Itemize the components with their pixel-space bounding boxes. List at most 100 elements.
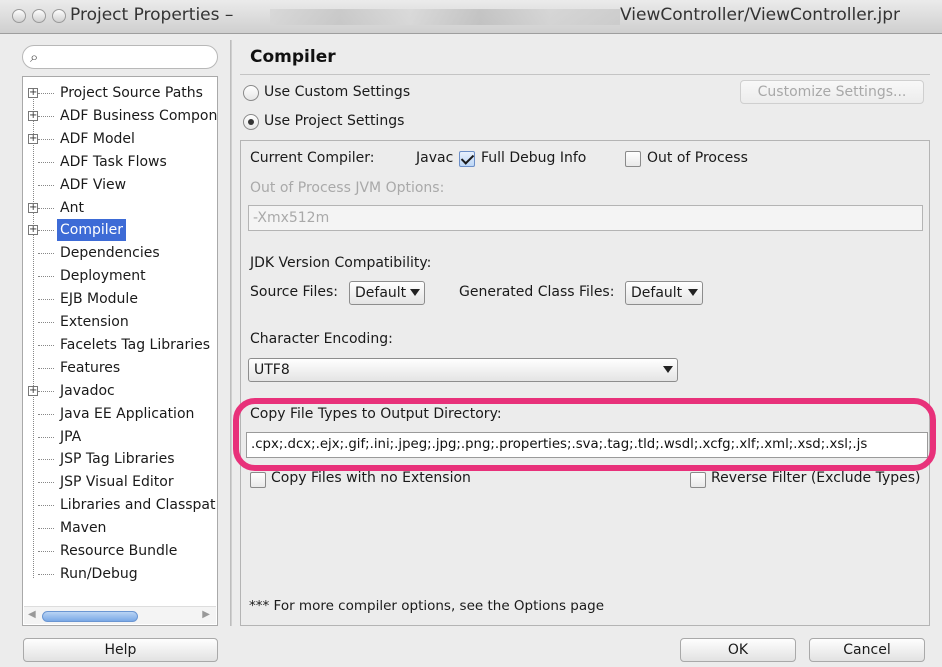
current-compiler-label: Current Compiler: [250, 150, 375, 166]
tree-connector [38, 459, 54, 461]
tree-connector [38, 161, 54, 163]
tree-item-label: ADF Model [60, 130, 135, 147]
tree-item-label: Maven [60, 520, 107, 537]
tree-item-label: Project Source Paths [60, 85, 203, 101]
split-divider[interactable] [230, 40, 232, 626]
use-custom-settings-label: Use Custom Settings [264, 84, 411, 100]
tree-connector [38, 505, 54, 507]
tree-connector [38, 482, 54, 484]
tree-item-label: Compiler [57, 219, 127, 242]
tree-item-label: Deployment [60, 268, 146, 285]
generated-files-select[interactable]: Default [625, 281, 703, 305]
chevron-down-icon [410, 289, 420, 296]
expand-icon[interactable]: + [28, 385, 38, 396]
tree-item-label: Ant [60, 199, 84, 216]
oop-jvm-options-label: Out of Process JVM Options: [250, 180, 445, 196]
search-icon: ⌕ [30, 48, 39, 66]
tree-connector [38, 573, 54, 575]
tree-item-label: Run/Debug [60, 565, 138, 582]
tree-item-label: Libraries and Classpat [60, 497, 216, 514]
generated-files-label: Generated Class Files: [459, 284, 615, 300]
out-of-process-checkbox[interactable] [625, 151, 641, 167]
title-divider [240, 74, 930, 75]
tree-item-label: ADF Task Flows [60, 153, 167, 170]
more-options-note: *** For more compiler options, see the O… [249, 598, 605, 614]
tree-connector [38, 299, 54, 301]
tree-connector [38, 276, 54, 278]
tree-item-label: ADF Business Compon [60, 107, 218, 124]
tree-item-label: Javadoc [60, 382, 115, 399]
tree-item-label: Extension [60, 314, 129, 330]
help-button[interactable]: Help [23, 638, 218, 662]
source-files-label: Source Files: [250, 284, 338, 300]
full-debug-checkbox[interactable] [459, 151, 475, 167]
horizontal-scrollbar[interactable]: ◀ ▶ [24, 606, 216, 624]
use-custom-settings-radio[interactable] [243, 85, 259, 101]
category-tree[interactable]: ◀ ▶ + Project Source Paths + ADF Business C… [22, 76, 218, 626]
scroll-left-icon[interactable]: ◀ [28, 609, 36, 620]
tree-connector [38, 367, 54, 369]
tree-connector [38, 390, 54, 392]
tree-connector [38, 115, 54, 117]
scroll-right-icon[interactable]: ▶ [202, 609, 210, 620]
source-files-select[interactable]: Default [349, 281, 425, 305]
tree-item-label: Java EE Application [60, 405, 195, 422]
tree-connector [38, 344, 54, 346]
tree-connector [38, 413, 54, 415]
tree-item-label: Dependencies [60, 245, 160, 262]
reverse-filter-label: Reverse Filter (Exclude Types) [711, 470, 921, 486]
search-input[interactable]: ⌕ [22, 45, 218, 69]
page-title: Compiler [250, 47, 336, 67]
annotation-highlight [233, 398, 936, 471]
copy-no-extension-checkbox[interactable] [250, 472, 266, 488]
title-bar: Project Properties – ViewController/View… [0, 0, 942, 34]
tree-connector [38, 551, 54, 552]
oop-jvm-options-field: -Xmx512m [248, 205, 923, 231]
character-encoding-value: UTF8 [254, 362, 290, 378]
full-debug-label: Full Debug Info [481, 150, 587, 166]
copy-no-extension-label: Copy Files with no Extension [271, 470, 471, 486]
tree-guide-line [33, 91, 34, 578]
reverse-filter-checkbox[interactable] [690, 472, 706, 488]
expand-icon[interactable]: + [28, 202, 38, 213]
scrollbar-thumb[interactable] [42, 611, 138, 622]
ok-button[interactable]: OK [680, 638, 796, 662]
generated-files-value: Default [631, 285, 683, 301]
tree-connector [38, 322, 54, 323]
tree-connector [38, 138, 54, 140]
tree-item-label: JSP Tag Libraries [60, 451, 175, 468]
out-of-process-label: Out of Process [647, 150, 748, 166]
cancel-button[interactable]: Cancel [809, 638, 925, 662]
use-project-settings-label: Use Project Settings [264, 113, 405, 129]
tree-item-label: JSP Visual Editor [60, 474, 174, 491]
chevron-down-icon [688, 289, 698, 296]
tree-item-label: ADF View [60, 176, 127, 193]
use-project-settings-radio[interactable] [243, 114, 259, 130]
window-title: Project Properties – [70, 5, 234, 25]
expand-icon[interactable]: + [28, 225, 38, 236]
expand-icon[interactable]: + [28, 110, 38, 121]
tree-connector [38, 436, 54, 438]
tree-item-label: Resource Bundle [60, 543, 178, 559]
tree-connector [38, 230, 54, 232]
expand-icon[interactable]: + [28, 88, 38, 98]
source-files-value: Default [355, 285, 407, 301]
current-compiler-value: Javac [416, 150, 454, 166]
character-encoding-select[interactable]: UTF8 [248, 358, 678, 382]
chevron-down-icon [663, 366, 673, 373]
expand-icon[interactable]: + [28, 133, 38, 144]
tree-item-label: EJB Module [60, 291, 138, 308]
zoom-window-button[interactable] [52, 9, 66, 23]
tree-item-label: Features [60, 359, 121, 376]
tree-connector [38, 93, 54, 94]
tree-connector [38, 207, 54, 209]
tree-connector [38, 528, 54, 530]
window-title-path: ViewController/ViewController.jpr [620, 5, 901, 25]
jdk-compat-label: JDK Version Compatibility: [250, 255, 432, 271]
minimize-window-button[interactable] [32, 9, 46, 23]
tree-connector [38, 253, 54, 255]
tree-connector [38, 184, 54, 186]
tree-item-label: Facelets Tag Libraries [60, 336, 211, 353]
customize-settings-button[interactable]: Customize Settings... [740, 80, 924, 104]
close-window-button[interactable] [12, 9, 26, 23]
